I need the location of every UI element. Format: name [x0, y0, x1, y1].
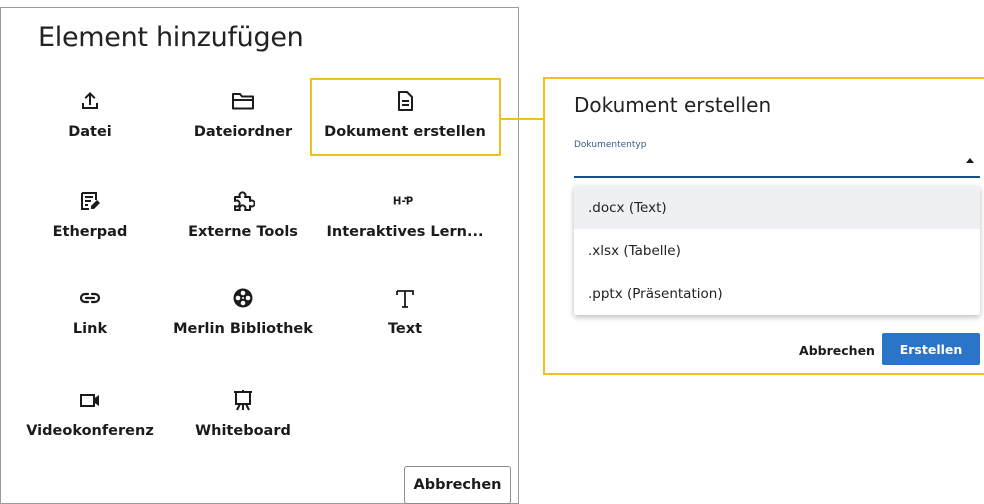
text-icon	[392, 285, 418, 311]
caret-up-icon[interactable]	[966, 158, 974, 163]
highlight-frame	[310, 78, 501, 156]
svg-text:H-P: H-P	[393, 197, 414, 208]
option-docx[interactable]: .docx (Text)	[574, 186, 980, 229]
document-type-menu: .docx (Text) .xlsx (Tabelle) .pptx (Präs…	[574, 186, 980, 315]
easel-icon	[230, 387, 256, 413]
film-reel-icon	[230, 285, 256, 311]
link-icon	[77, 285, 103, 311]
edit-note-icon	[77, 188, 103, 214]
item-interaktives-lernen[interactable]: H-P Interaktives Lern...	[325, 188, 485, 248]
item-datei[interactable]: Datei	[10, 88, 170, 148]
item-dateiordner[interactable]: Dateiordner	[163, 88, 323, 148]
h5p-icon: H-P	[392, 188, 418, 214]
cancel-button[interactable]: Abbrechen	[404, 466, 511, 504]
highlight-connector	[501, 118, 545, 120]
cancel-button[interactable]: Abbrechen	[799, 336, 875, 364]
item-label: Videokonferenz	[26, 423, 154, 439]
item-label: Whiteboard	[195, 423, 291, 439]
item-externe-tools[interactable]: Externe Tools	[163, 188, 323, 248]
item-etherpad[interactable]: Etherpad	[10, 188, 170, 248]
upload-icon	[77, 88, 103, 114]
item-whiteboard[interactable]: Whiteboard	[163, 387, 323, 447]
item-merlin-bibliothek[interactable]: Merlin Bibliothek	[163, 285, 323, 345]
item-label: Datei	[68, 124, 112, 140]
document-type-label: Dokumententyp	[574, 140, 647, 150]
puzzle-icon	[230, 188, 256, 214]
item-link[interactable]: Link	[10, 285, 170, 345]
option-pptx[interactable]: .pptx (Präsentation)	[574, 272, 980, 315]
dialog-title: Dokument erstellen	[574, 93, 772, 117]
document-type-select[interactable]	[574, 176, 980, 178]
item-label: Link	[72, 321, 108, 337]
item-label: Text	[387, 321, 423, 337]
video-camera-icon	[77, 387, 103, 413]
folder-icon	[230, 88, 256, 114]
item-videokonferenz[interactable]: Videokonferenz	[10, 387, 170, 447]
create-button[interactable]: Erstellen	[882, 333, 980, 365]
option-xlsx[interactable]: .xlsx (Tabelle)	[574, 229, 980, 272]
item-label: Interaktives Lern...	[326, 224, 484, 240]
item-label: Externe Tools	[188, 224, 298, 240]
item-label: Dateiordner	[193, 124, 293, 140]
item-label: Etherpad	[52, 224, 128, 240]
item-text[interactable]: Text	[325, 285, 485, 345]
item-label: Merlin Bibliothek	[173, 321, 313, 337]
dialog-title: Element hinzufügen	[38, 22, 304, 53]
